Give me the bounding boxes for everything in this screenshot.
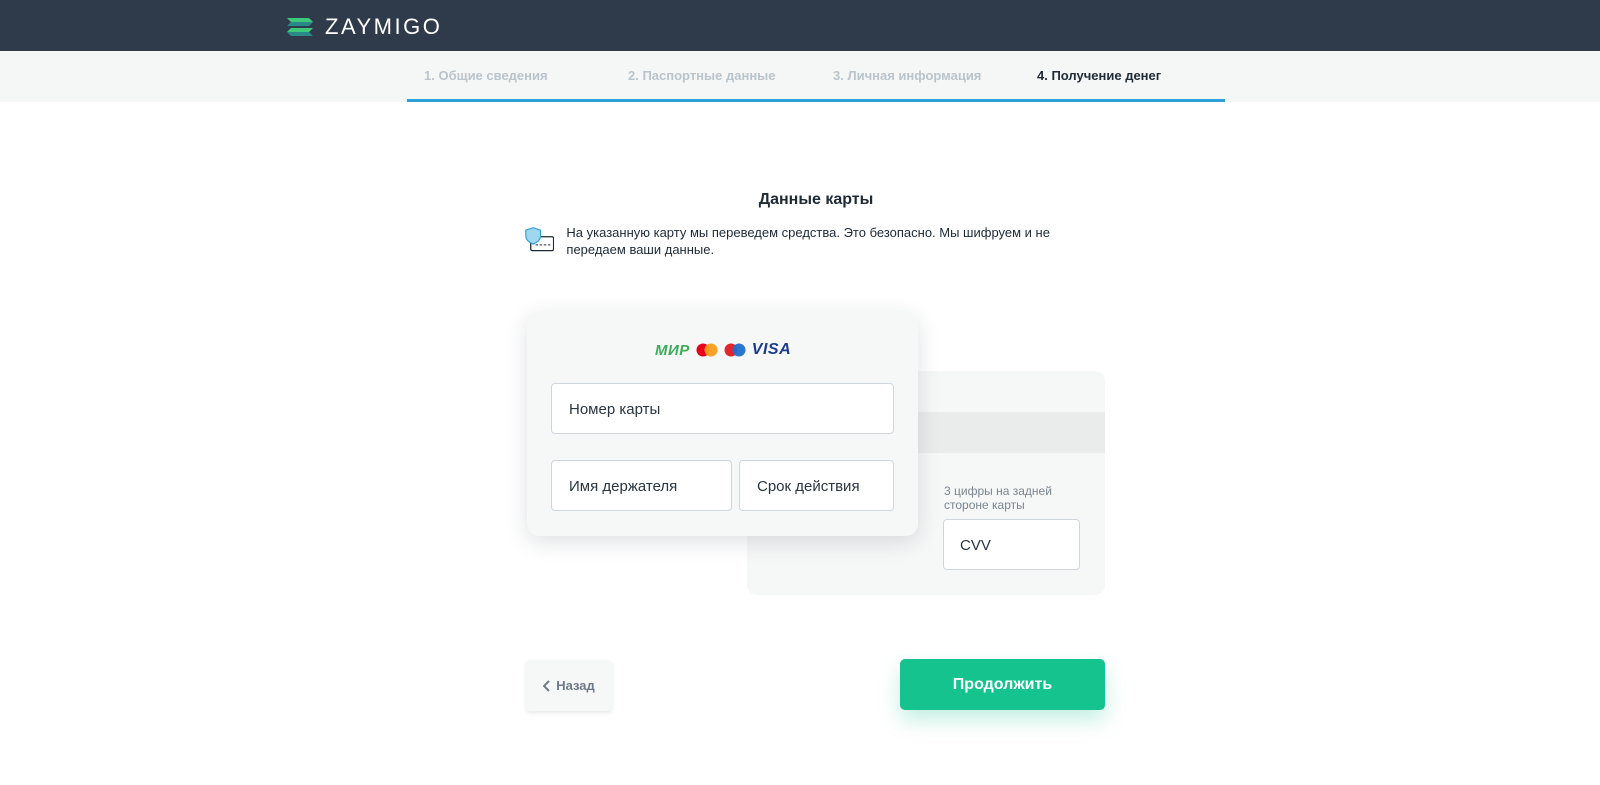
continue-button[interactable]: Продолжить bbox=[900, 659, 1105, 710]
back-button[interactable]: Назад bbox=[526, 660, 612, 711]
zaymigo-logo-icon bbox=[287, 18, 313, 36]
card-expiry-input[interactable]: Срок действия bbox=[739, 460, 894, 511]
cvv-input[interactable]: CVV bbox=[943, 519, 1080, 570]
mir-logo: МИР bbox=[655, 341, 690, 359]
logo[interactable]: ZAYMIGO bbox=[287, 14, 442, 40]
security-notice: На указанную карту мы переведем средства… bbox=[525, 224, 1085, 258]
back-button-label: Назад bbox=[556, 678, 595, 693]
step-4[interactable]: 4. Получение денег bbox=[1037, 68, 1161, 83]
step-3[interactable]: 3. Личная информация bbox=[833, 68, 981, 83]
logo-text: ZAYMIGO bbox=[325, 14, 443, 39]
continue-button-label: Продолжить bbox=[952, 675, 1053, 693]
mastercard-icon bbox=[696, 343, 718, 357]
notice-text: На указанную карту мы переведем средства… bbox=[566, 225, 1050, 257]
top-header: ZAYMIGO bbox=[0, 0, 1600, 51]
step-1[interactable]: 1. Общие сведения bbox=[424, 68, 548, 83]
payment-brands: МИР VISA bbox=[655, 341, 791, 359]
cvv-hint: 3 цифры на задней стороне карты bbox=[944, 484, 1052, 512]
card-number-input[interactable]: Номер карты bbox=[551, 383, 894, 434]
card-holder-input[interactable]: Имя держателя bbox=[551, 460, 732, 511]
steps-bar: 1. Общие сведения 2. Паспортные данные 3… bbox=[0, 51, 1600, 102]
page-title: Данные карты bbox=[758, 191, 874, 208]
card-front: МИР VISA Номер карты Имя держателя Срок … bbox=[527, 311, 918, 536]
visa-logo: VISA bbox=[751, 341, 792, 358]
chevron-left-icon bbox=[543, 679, 550, 692]
step-progress-line bbox=[407, 99, 1225, 102]
maestro-icon bbox=[724, 343, 746, 357]
step-2[interactable]: 2. Паспортные данные bbox=[628, 68, 776, 83]
step-navigation: 1. Общие сведения 2. Паспортные данные 3… bbox=[407, 51, 1225, 102]
shield-card-icon bbox=[525, 227, 555, 252]
